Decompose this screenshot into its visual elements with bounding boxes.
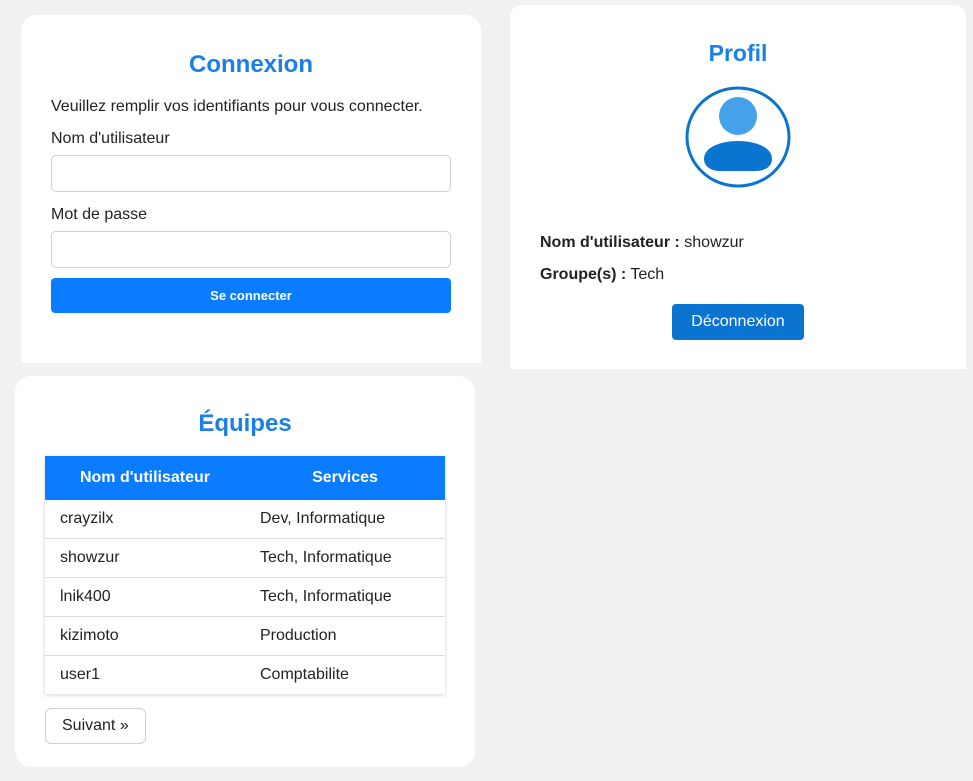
table-header-row: Nom d'utilisateur Services xyxy=(45,456,445,500)
cell-username: crayzilx xyxy=(45,500,245,539)
cell-services: Comptabilite xyxy=(245,655,445,694)
table-row: user1 Comptabilite xyxy=(45,655,445,694)
cell-username: showzur xyxy=(45,538,245,578)
profile-username-value: showzur xyxy=(684,234,744,251)
login-title: Connexion xyxy=(189,51,313,78)
table-row: showzur Tech, Informatique xyxy=(45,538,445,578)
column-header-username: Nom d'utilisateur xyxy=(45,456,245,500)
password-label: Mot de passe xyxy=(51,206,148,223)
cell-services: Tech, Informatique xyxy=(245,577,445,617)
profile-group-value: Tech xyxy=(630,266,665,283)
table-row: kizimoto Production xyxy=(45,616,445,656)
teams-title: Équipes xyxy=(198,410,292,437)
logout-button[interactable]: Déconnexion xyxy=(672,304,804,340)
login-button[interactable]: Se connecter xyxy=(51,278,451,313)
table-row: crayzilx Dev, Informatique xyxy=(45,500,445,539)
cell-username: kizimoto xyxy=(45,616,245,656)
profile-group-label: Groupe(s) : xyxy=(540,266,627,283)
cell-services: Production xyxy=(245,616,445,656)
profile-title: Profil xyxy=(708,40,768,66)
column-header-services: Services xyxy=(245,456,445,500)
user-avatar-icon xyxy=(685,86,791,188)
profile-username-label: Nom d'utilisateur : xyxy=(540,234,680,251)
login-card: Connexion Veuillez remplir vos identifia… xyxy=(21,15,481,363)
username-input[interactable] xyxy=(51,155,451,192)
profile-group-row: Groupe(s) : Tech xyxy=(540,265,936,285)
table-row: lnik400 Tech, Informatique xyxy=(45,577,445,617)
teams-card: Équipes Nom d'utilisateur Services crayz… xyxy=(15,376,475,767)
next-page-button[interactable]: Suivant » xyxy=(45,708,146,744)
profile-username-row: Nom d'utilisateur : showzur xyxy=(540,233,936,253)
teams-table: Nom d'utilisateur Services crayzilx Dev,… xyxy=(45,456,445,694)
cell-services: Dev, Informatique xyxy=(245,500,445,539)
password-input[interactable] xyxy=(51,231,451,268)
cell-username: lnik400 xyxy=(45,577,245,617)
login-intro: Veuillez remplir vos identifiants pour v… xyxy=(51,98,423,115)
username-label: Nom d'utilisateur xyxy=(51,130,170,147)
cell-services: Tech, Informatique xyxy=(245,538,445,578)
profile-card: Profil Nom d'utilisateur : showzur Group… xyxy=(510,5,966,369)
cell-username: user1 xyxy=(45,655,245,694)
